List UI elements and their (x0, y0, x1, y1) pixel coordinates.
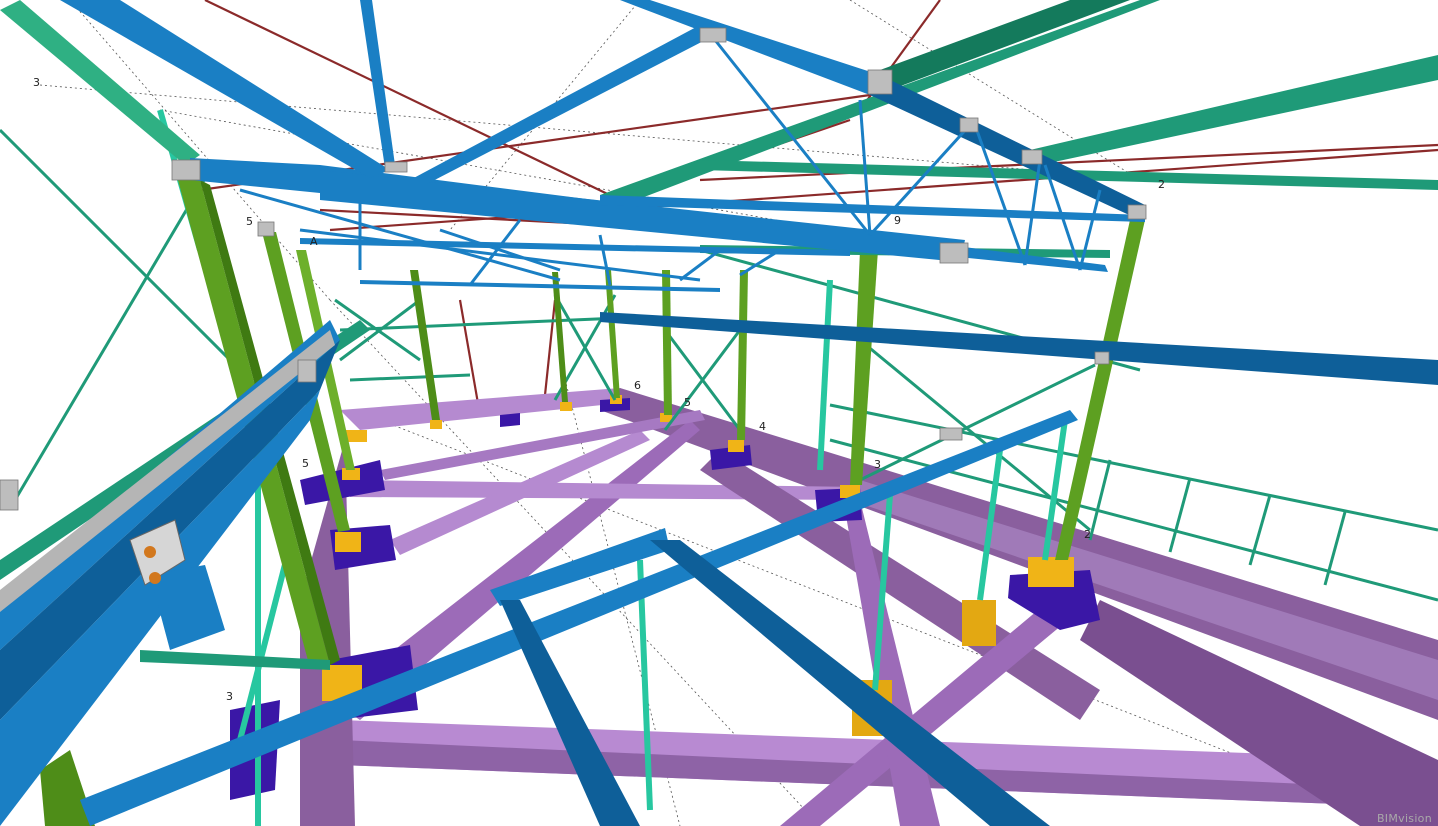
grid-label: 2 (1158, 178, 1165, 191)
roof-purlins (0, 0, 1438, 670)
grid-label: 3 (874, 458, 881, 471)
grid-label: A (310, 235, 318, 248)
grid-label: 3 (33, 76, 40, 89)
grid-label: 5 (246, 215, 253, 228)
grid-label: 4 (759, 420, 766, 433)
grid-label: 9 (894, 214, 901, 227)
grid-label: 5 (684, 396, 691, 409)
watermark: BIMvision (1376, 812, 1432, 825)
grid-label: 3 (226, 690, 233, 703)
grid-label: 5 (302, 457, 309, 470)
grid-label: 2 (1084, 528, 1091, 541)
truss-chords (60, 0, 1438, 385)
model-viewport[interactable]: 3 5 A 2 6 5 4 3 2 5 3 9 BIMvision (0, 0, 1438, 826)
steel-structure-render: 3 5 A 2 6 5 4 3 2 5 3 9 (0, 0, 1438, 826)
grid-label: 6 (634, 379, 641, 392)
foundation-beams (300, 388, 1438, 826)
